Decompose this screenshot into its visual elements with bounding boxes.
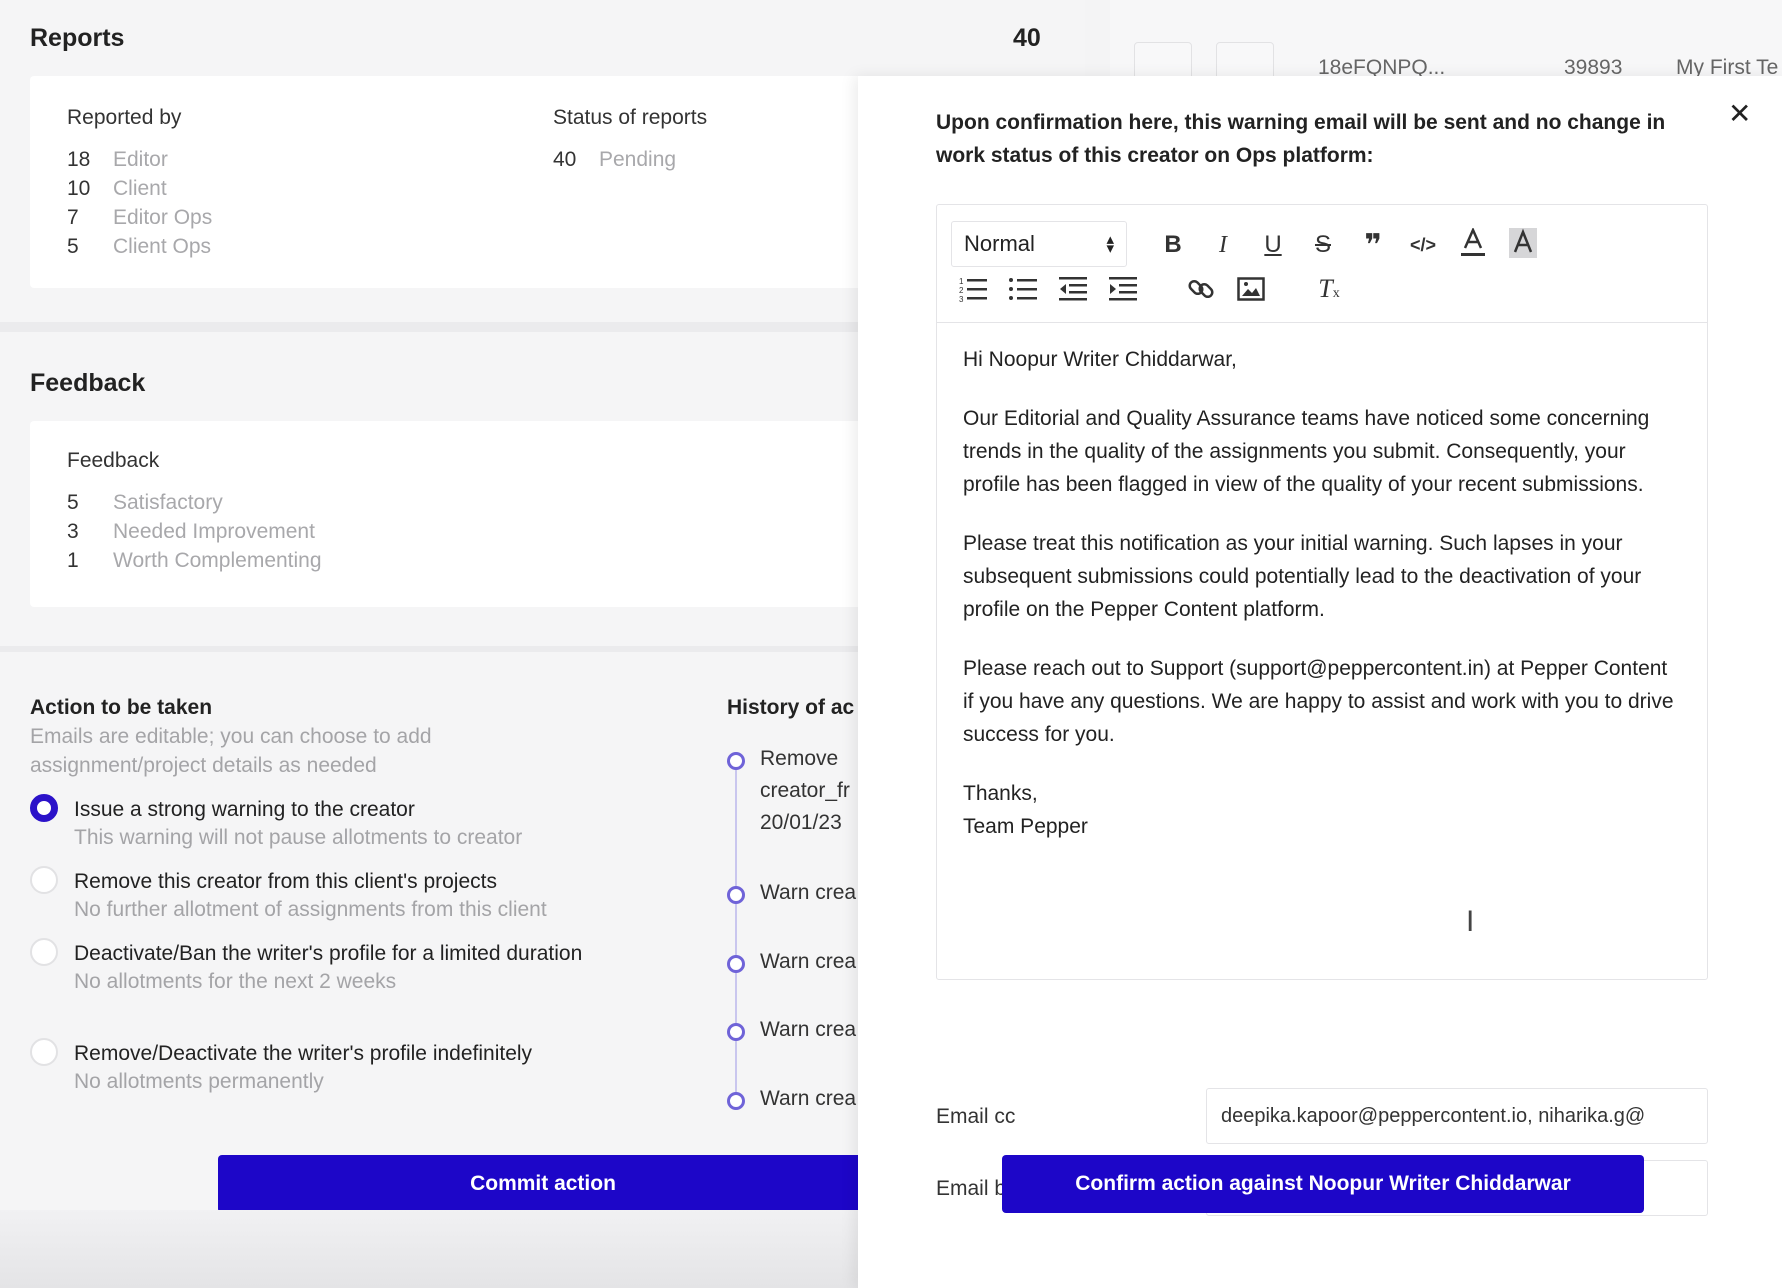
timeline-dot [727, 955, 745, 973]
radio-button[interactable] [30, 1038, 58, 1066]
history-item: Warn crea [760, 1018, 857, 1041]
background-color-icon[interactable] [1505, 225, 1541, 261]
option-title: Remove/Deactivate the writer's profile i… [74, 1042, 533, 1065]
feedback-row: 1 Worth Complementing [67, 549, 322, 572]
editor-toolbar: Normal ▴ ▾ B I U S ❞ </> 123 T x [937, 205, 1707, 323]
email-paragraph: Our Editorial and Quality Assurance team… [963, 407, 1650, 496]
status-row: 40 Pending [553, 148, 677, 171]
radio-button[interactable] [30, 938, 58, 966]
timeline-line [735, 763, 737, 1101]
reported-by-row: 18 Editor [67, 148, 168, 171]
history-title: History of ac [727, 696, 855, 719]
feedback-heading: Feedback [30, 369, 146, 397]
feedback-row: 3 Needed Improvement [67, 520, 315, 543]
text-color-icon[interactable] [1455, 225, 1491, 261]
clear-format-icon[interactable]: Tx [1311, 271, 1347, 307]
status-of-reports-label: Status of reports [553, 106, 708, 129]
select-arrows-icon: ▴ ▾ [1106, 231, 1114, 257]
action-option-deactivate-limited[interactable]: Deactivate/Ban the writer's profile for … [30, 938, 594, 996]
reported-by-row: 7 Editor Ops [67, 206, 213, 229]
option-title: Issue a strong warning to the creator [74, 798, 415, 821]
option-title: Remove this creator from this client's p… [74, 870, 497, 893]
warning-email-drawer: Upon confirmation here, this warning ema… [858, 76, 1782, 1288]
option-title: Deactivate/Ban the writer's profile for … [74, 942, 583, 965]
indent-icon[interactable] [1105, 271, 1141, 307]
history-item: Warn crea [760, 881, 857, 904]
email-greeting: Hi Noopur Writer Chiddarwar, [963, 348, 1237, 371]
svg-text:2: 2 [959, 286, 964, 295]
action-title: Action to be taken [30, 696, 213, 719]
reports-heading: Reports [30, 24, 125, 52]
email-paragraph: Please reach out to Support (support@pep… [963, 657, 1674, 746]
reports-count: 40 [1013, 24, 1041, 52]
blockquote-icon[interactable]: ❞ [1355, 227, 1391, 263]
reported-by-row: 10 Client [67, 177, 167, 200]
bullet-list-icon[interactable] [1005, 271, 1041, 307]
code-icon[interactable]: </> [1405, 227, 1441, 263]
email-cc-label: Email cc [936, 1105, 1016, 1128]
history-item: Warn crea [760, 1087, 857, 1110]
action-help-text: Emails are editable; you can choose to a… [30, 725, 432, 777]
image-icon[interactable] [1233, 271, 1269, 307]
text-cursor-icon: I [1466, 905, 1475, 938]
commit-action-button[interactable]: Commit action [218, 1155, 868, 1213]
email-body[interactable]: Hi Noopur Writer Chiddarwar, Our Editori… [963, 343, 1683, 843]
svg-text:1: 1 [959, 277, 964, 286]
option-subtitle: No further allotment of assignments from… [74, 898, 547, 921]
history-item: Warn crea [760, 950, 857, 973]
outdent-icon[interactable] [1055, 271, 1091, 307]
underline-icon[interactable]: U [1255, 227, 1291, 263]
text-format-select[interactable]: Normal ▴ ▾ [951, 221, 1127, 267]
email-rich-text-editor[interactable]: Normal ▴ ▾ B I U S ❞ </> 123 T x Hi Noop… [936, 204, 1708, 980]
option-subtitle: No allotments permanently [74, 1070, 324, 1093]
italic-icon[interactable]: I [1205, 227, 1241, 263]
action-option-remove-from-client[interactable]: Remove this creator from this client's p… [30, 866, 547, 924]
history-item: Remove creator_fr 20/01/23 [760, 747, 850, 834]
email-paragraph: Please treat this notification as your i… [963, 532, 1642, 621]
close-icon[interactable]: ✕ [1728, 100, 1751, 128]
link-icon[interactable] [1183, 271, 1219, 307]
confirm-action-button[interactable]: Confirm action against Noopur Writer Chi… [1002, 1155, 1644, 1213]
feedback-row: 5 Satisfactory [67, 491, 223, 514]
option-subtitle: This warning will not pause allotments t… [74, 826, 523, 849]
option-subtitle: No allotments for the next 2 weeks [74, 970, 397, 993]
timeline-dot [727, 1023, 745, 1041]
bold-icon[interactable]: B [1155, 227, 1191, 263]
action-option-deactivate-indefinitely[interactable]: Remove/Deactivate the writer's profile i… [30, 1038, 533, 1096]
radio-button[interactable] [30, 866, 58, 894]
strikethrough-icon[interactable]: S [1305, 227, 1341, 263]
reported-by-label: Reported by [67, 106, 182, 129]
svg-text:3: 3 [959, 295, 964, 302]
radio-button-selected[interactable] [30, 794, 58, 822]
reported-by-row: 5 Client Ops [67, 235, 212, 258]
email-cc-input[interactable] [1206, 1088, 1708, 1144]
email-signoff: Thanks, [963, 782, 1038, 805]
timeline-dot [727, 752, 745, 770]
drawer-intro-text: Upon confirmation here, this warning ema… [936, 111, 1666, 167]
email-signature: Team Pepper [963, 815, 1088, 838]
timeline-dot [727, 886, 745, 904]
background-table-row: 18eFQNPQ... 39893 My First Te [1110, 0, 1782, 88]
feedback-label: Feedback [67, 449, 160, 472]
timeline-dot [727, 1092, 745, 1110]
action-option-warning[interactable]: Issue a strong warning to the creator Th… [30, 794, 523, 852]
ordered-list-icon[interactable]: 123 [955, 271, 991, 307]
